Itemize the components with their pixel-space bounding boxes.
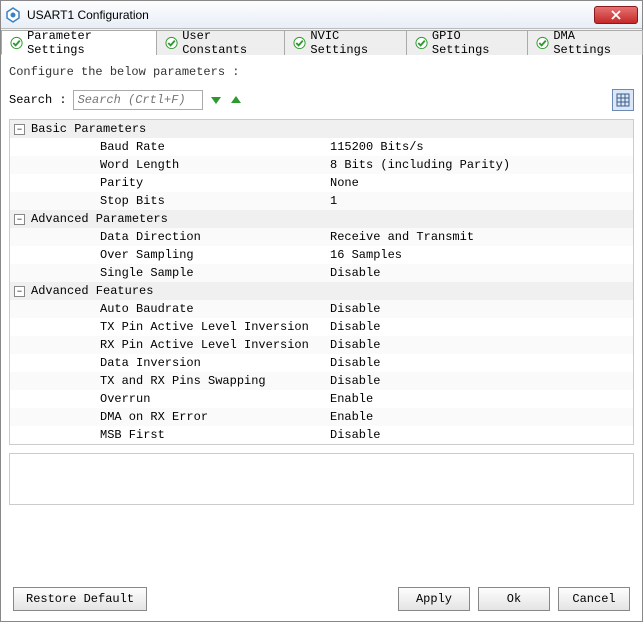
apply-button[interactable]: Apply (398, 587, 470, 611)
tab-parameter-settings[interactable]: Parameter Settings (1, 30, 157, 55)
param-value: 115200 Bits/s (330, 140, 633, 154)
param-name: Overrun (100, 392, 330, 406)
description-panel (9, 453, 634, 505)
param-row[interactable]: DMA on RX ErrorEnable (10, 408, 633, 426)
param-name: Parity (100, 176, 330, 190)
param-value: None (330, 176, 633, 190)
param-name: Data Direction (100, 230, 330, 244)
tab-label: NVIC Settings (310, 29, 397, 57)
collapse-icon[interactable]: − (14, 214, 25, 225)
group-title: Advanced Features (31, 284, 153, 298)
param-name: Data Inversion (100, 356, 330, 370)
param-name: MSB First (100, 428, 330, 442)
search-next-icon[interactable] (209, 93, 223, 107)
param-name: Over Sampling (100, 248, 330, 262)
restore-default-button[interactable]: Restore Default (13, 587, 147, 611)
group-title: Advanced Parameters (31, 212, 168, 226)
titlebar: USART1 Configuration (1, 1, 642, 29)
search-prev-icon[interactable] (229, 93, 243, 107)
param-value: Disable (330, 428, 633, 442)
tab-label: Parameter Settings (27, 29, 148, 57)
cancel-button[interactable]: Cancel (558, 587, 630, 611)
param-name: RX Pin Active Level Inversion (100, 338, 330, 352)
param-row[interactable]: Auto BaudrateDisable (10, 300, 633, 318)
param-name: TX and RX Pins Swapping (100, 374, 330, 388)
tab-label: User Constants (182, 29, 276, 57)
param-row[interactable]: Baud Rate115200 Bits/s (10, 138, 633, 156)
app-icon (5, 7, 21, 23)
param-value: 8 Bits (including Parity) (330, 158, 633, 172)
collapse-icon[interactable]: − (14, 124, 25, 135)
param-value: Disable (330, 302, 633, 316)
ok-button[interactable]: Ok (478, 587, 550, 611)
param-value: 1 (330, 194, 633, 208)
tabs: Parameter Settings User Constants NVIC Set… (1, 29, 642, 55)
param-row[interactable]: OverrunEnable (10, 390, 633, 408)
parameter-table: −Basic ParametersBaud Rate115200 Bits/sW… (9, 119, 634, 445)
param-row[interactable]: Single SampleDisable (10, 264, 633, 282)
content: Configure the below parameters : Search … (1, 55, 642, 577)
group-header[interactable]: −Basic Parameters (10, 120, 633, 138)
collapse-icon[interactable]: − (14, 286, 25, 297)
param-name: Baud Rate (100, 140, 330, 154)
param-name: DMA on RX Error (100, 410, 330, 424)
tab-label: DMA Settings (553, 29, 634, 57)
param-name: TX Pin Active Level Inversion (100, 320, 330, 334)
param-value: Disable (330, 356, 633, 370)
param-row[interactable]: ParityNone (10, 174, 633, 192)
param-value: Disable (330, 338, 633, 352)
tab-dma-settings[interactable]: DMA Settings (527, 30, 643, 55)
param-name: Word Length (100, 158, 330, 172)
param-value: 16 Samples (330, 248, 633, 262)
tab-user-constants[interactable]: User Constants (156, 30, 285, 55)
search-row: Search : (9, 89, 634, 111)
param-value: Enable (330, 392, 633, 406)
config-window: USART1 Configuration Parameter Settings U… (0, 0, 643, 622)
param-row[interactable]: RX Pin Active Level InversionDisable (10, 336, 633, 354)
param-row[interactable]: Data InversionDisable (10, 354, 633, 372)
param-row[interactable]: Over Sampling16 Samples (10, 246, 633, 264)
view-mode-button[interactable] (612, 89, 634, 111)
close-button[interactable] (594, 6, 638, 24)
param-value: Enable (330, 410, 633, 424)
tab-gpio-settings[interactable]: GPIO Settings (406, 30, 528, 55)
search-input[interactable] (73, 90, 203, 110)
param-name: Stop Bits (100, 194, 330, 208)
tab-label: GPIO Settings (432, 29, 519, 57)
param-row[interactable]: TX and RX Pins SwappingDisable (10, 372, 633, 390)
param-name: Single Sample (100, 266, 330, 280)
param-value: Receive and Transmit (330, 230, 633, 244)
param-name: Auto Baudrate (100, 302, 330, 316)
param-value: Disable (330, 374, 633, 388)
tab-nvic-settings[interactable]: NVIC Settings (284, 30, 406, 55)
param-value: Disable (330, 266, 633, 280)
group-title: Basic Parameters (31, 122, 146, 136)
group-header[interactable]: −Advanced Parameters (10, 210, 633, 228)
param-value: Disable (330, 320, 633, 334)
footer: Restore Default Apply Ok Cancel (1, 577, 642, 621)
param-row[interactable]: Data DirectionReceive and Transmit (10, 228, 633, 246)
param-row[interactable]: Stop Bits1 (10, 192, 633, 210)
configure-label: Configure the below parameters : (9, 65, 634, 79)
param-row[interactable]: TX Pin Active Level InversionDisable (10, 318, 633, 336)
param-row[interactable]: MSB FirstDisable (10, 426, 633, 444)
search-label: Search : (9, 93, 67, 107)
group-header[interactable]: −Advanced Features (10, 282, 633, 300)
window-title: USART1 Configuration (27, 8, 594, 22)
param-row[interactable]: Word Length8 Bits (including Parity) (10, 156, 633, 174)
